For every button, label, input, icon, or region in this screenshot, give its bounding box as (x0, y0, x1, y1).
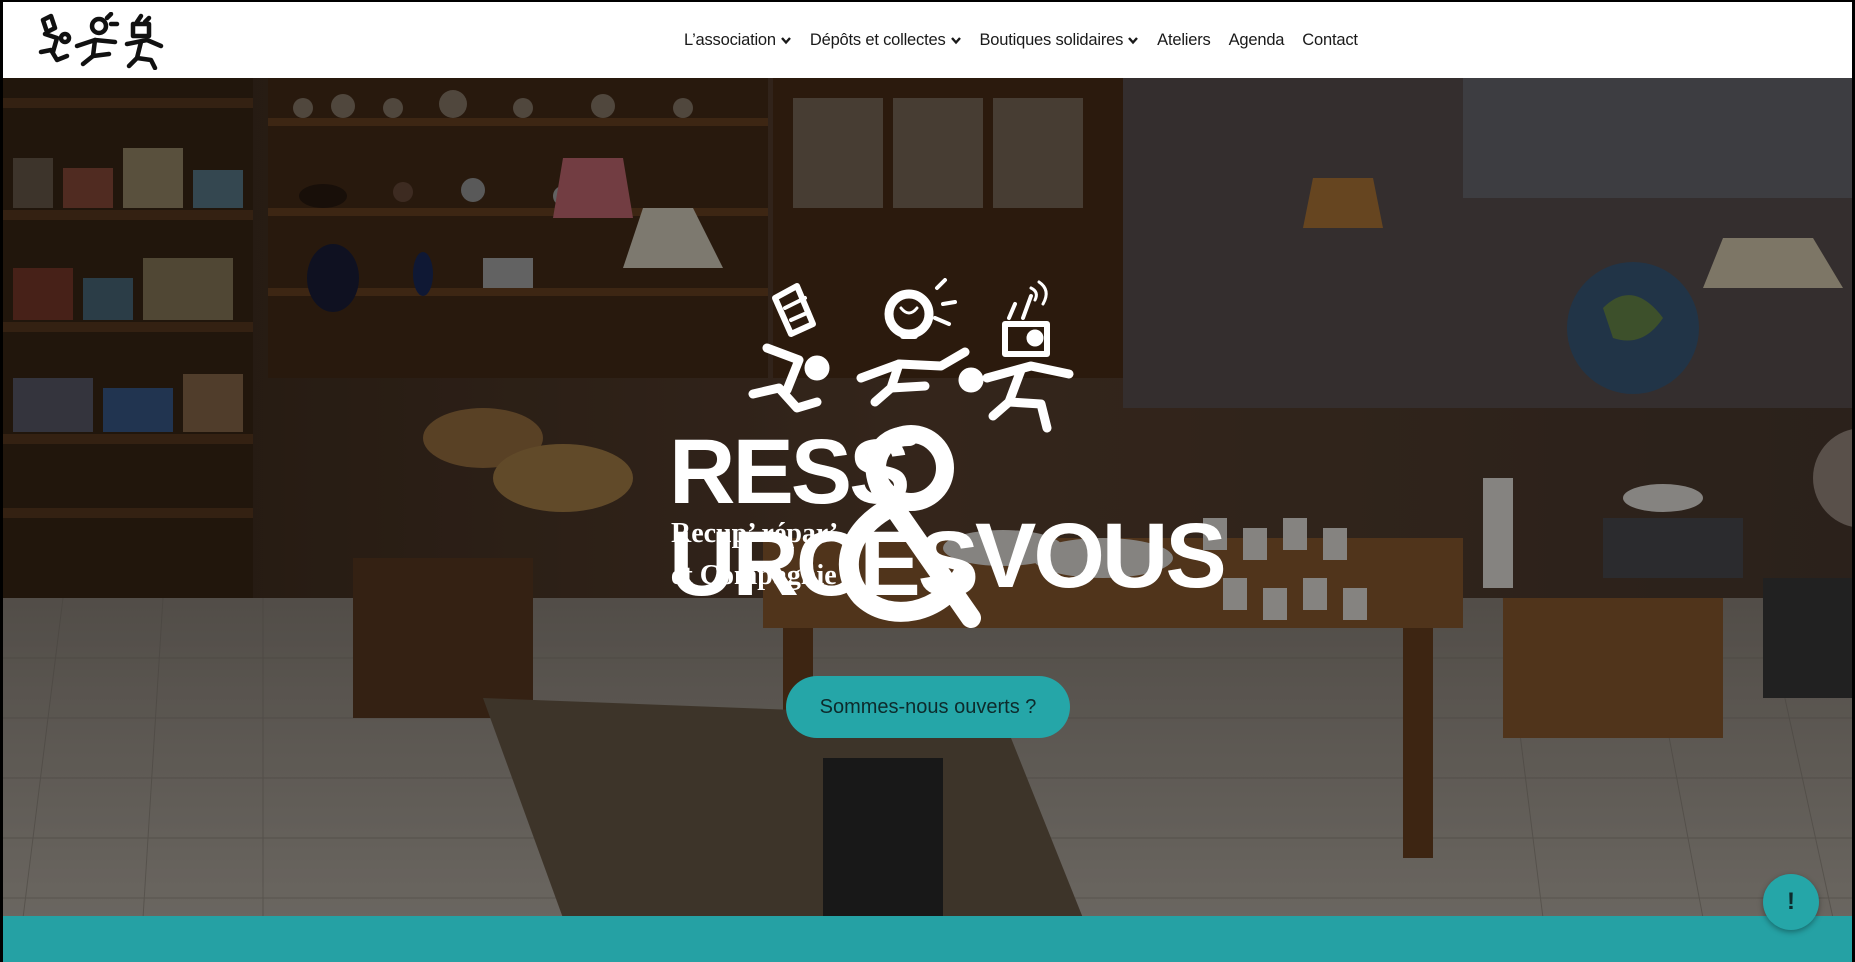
nav-item-label: L’association (684, 30, 776, 49)
site-logo[interactable] (37, 12, 165, 70)
ampersand-mark (838, 425, 981, 628)
hero-section: RESSURCES VOUS Recup’ répar’ et Compagni… (3, 78, 1852, 918)
chevron-down-icon (780, 37, 791, 45)
page-frame: L’association Dépôts et collectes Boutiq… (3, 2, 1852, 962)
brand-figures-illustration (748, 278, 1074, 433)
nav-item-agenda[interactable]: Agenda (1229, 31, 1285, 50)
opening-hours-button[interactable]: Sommes-nous ouverts ? (786, 676, 1070, 738)
hero-brand-logo: RESSURCES VOUS Recup’ répar’ et Compagni… (663, 278, 1227, 658)
nav-item-contact[interactable]: Contact (1302, 30, 1358, 50)
nav-item-boutiques[interactable]: Boutiques solidaires (980, 31, 1140, 50)
nav-item-association[interactable]: L’association (684, 31, 792, 50)
nav-item-ateliers[interactable]: Ateliers (1157, 30, 1211, 50)
alert-floating-button[interactable]: ! (1763, 874, 1819, 930)
nav-item-label: Boutiques solidaires (979, 30, 1124, 49)
brand-word-vous: VOUS (975, 505, 1227, 607)
nav-item-label: Agenda (1228, 30, 1285, 49)
main-nav: L’association Dépôts et collectes Boutiq… (684, 2, 1376, 78)
nav-item-label: Dépôts et collectes (809, 30, 946, 49)
chevron-down-icon (1128, 37, 1139, 45)
site-header: L’association Dépôts et collectes Boutiq… (3, 2, 1852, 78)
bottom-teal-band (3, 916, 1852, 962)
chevron-down-icon (950, 37, 961, 45)
nav-item-depots[interactable]: Dépôts et collectes (810, 31, 962, 50)
nav-item-label: Ateliers (1157, 30, 1211, 49)
nav-item-label: Contact (1302, 30, 1358, 49)
brand-tagline-line-2: et Compagnie (671, 560, 837, 591)
brand-tagline-line-1: Recup’ répar’ (671, 518, 839, 549)
